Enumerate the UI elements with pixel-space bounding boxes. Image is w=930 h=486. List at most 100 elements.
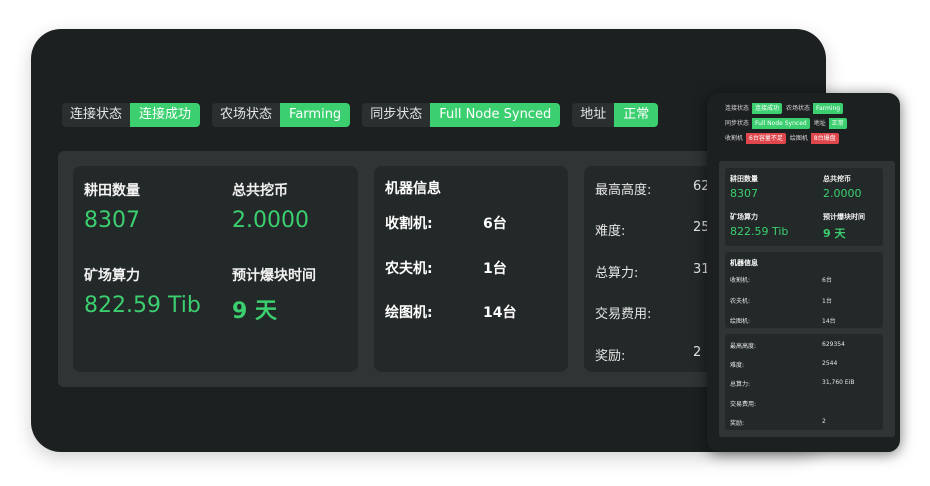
chain-key: 总算力: — [595, 266, 639, 281]
chain-row: 难度: 25 — [595, 220, 710, 239]
alert-badge: 8台爆盘 — [810, 133, 839, 144]
machine-row: 农夫机: 1台 — [385, 258, 507, 278]
mobile-power-stat: 矿场算力 822.59 Tib — [730, 212, 788, 238]
status-key: 地址 — [813, 120, 826, 127]
plots-stat: 耕田数量 8307 — [84, 180, 140, 233]
mobile-farm-status: 农场状态 Farming — [786, 103, 844, 114]
mined-value: 2.0000 — [232, 208, 309, 233]
status-key: 同步状态 — [362, 103, 431, 127]
farm-status: 农场状态 Farming — [212, 103, 351, 127]
power-label: 矿场算力 — [84, 268, 140, 284]
status-bar: 连接状态 连接成功 农场状态 Farming 同步状态 Full Node Sy… — [62, 103, 659, 127]
machine-value: 6台 — [483, 216, 507, 232]
status-key: 绘图机 — [789, 135, 808, 142]
chain-row: 难度: 2544 — [730, 360, 837, 369]
connection-status: 连接状态 连接成功 — [62, 103, 201, 127]
power-value: 822.59 Tib — [84, 293, 201, 318]
chain-row: 最高高度: 629354 — [730, 341, 845, 350]
power-stat: 矿场算力 822.59 Tib — [84, 265, 201, 318]
chain-row: 交易费用: — [730, 399, 822, 408]
plots-value: 8307 — [730, 187, 758, 200]
eta-value: 9 天 — [823, 227, 846, 240]
status-key: 同步状态 — [725, 120, 750, 127]
machine-value: 6台 — [822, 277, 832, 284]
mobile-address-status: 地址 正常 — [814, 118, 847, 129]
alert-badge: 6台容量不足 — [746, 133, 786, 144]
mined-label: 总共挖币 — [823, 175, 851, 183]
eta-value: 9 天 — [232, 299, 277, 324]
mobile-plots-stat: 耕田数量 8307 — [730, 174, 758, 200]
mobile-farm-stats-card: 耕田数量 8307 总共挖币 2.0000 矿场算力 822.59 Tib 预计… — [725, 168, 883, 246]
chain-value: 2 — [693, 345, 702, 360]
status-key: 连接状态 — [725, 105, 750, 112]
chain-row: 总算力: 31 — [595, 262, 710, 281]
eta-label: 预计爆块时间 — [823, 213, 865, 221]
machine-value: 1台 — [483, 261, 507, 277]
mobile-sync-status: 同步状态 Full Node Synced — [725, 118, 810, 129]
status-badge: 连接成功 — [130, 103, 201, 127]
chain-row: 总算力: 31,760 EiB — [730, 379, 854, 388]
machine-key: 农夫机: — [730, 298, 751, 305]
machine-row: 绘图机: 14台 — [385, 302, 516, 322]
chain-value: 629354 — [822, 341, 845, 348]
machine-value: 1台 — [822, 298, 832, 305]
mobile-connection-status: 连接状态 连接成功 — [725, 103, 783, 114]
machine-row: 绘图机: 14台 — [730, 316, 836, 325]
chain-key: 奖励: — [730, 420, 745, 427]
mined-label: 总共挖币 — [232, 183, 288, 199]
status-key: 收割机 — [725, 135, 744, 142]
mobile-machine-info-card: 机器信息 收割机: 6台 农夫机: 1台 绘图机: 14台 — [725, 252, 883, 328]
chain-row: 最高高度: 62 — [595, 179, 710, 198]
machine-key: 绘图机: — [730, 318, 751, 325]
chain-row: 奖励: 2 — [595, 345, 701, 364]
sync-status: 同步状态 Full Node Synced — [362, 103, 561, 127]
machine-key: 农夫机: — [385, 261, 433, 277]
machine-info-title: 机器信息 — [385, 181, 441, 197]
machine-info-card: 机器信息 收割机: 6台 农夫机: 1台 绘图机: 14台 — [374, 166, 568, 372]
mined-stat: 总共挖币 2.0000 — [232, 180, 309, 233]
machine-key: 绘图机: — [385, 305, 433, 321]
status-key: 农场状态 — [786, 105, 811, 112]
status-key: 连接状态 — [62, 103, 131, 127]
chain-value: 2544 — [822, 360, 838, 367]
status-badge: 正常 — [614, 103, 659, 127]
status-badge: Farming — [813, 103, 844, 114]
mobile-harvester-alert: 收割机 6台容量不足 — [725, 133, 786, 144]
address-status: 地址 正常 — [572, 103, 659, 127]
chain-row: 奖励: 2 — [730, 418, 826, 427]
status-badge: 正常 — [828, 118, 847, 129]
status-badge: Full Node Synced — [752, 118, 810, 129]
chain-row: 交易费用: — [595, 303, 693, 322]
mobile-info-panel: 耕田数量 8307 总共挖币 2.0000 矿场算力 822.59 Tib 预计… — [719, 161, 895, 437]
chain-key: 交易费用: — [595, 307, 652, 322]
power-label: 矿场算力 — [730, 213, 758, 221]
eta-stat: 预计爆块时间 9 天 — [232, 265, 316, 325]
chain-key: 奖励: — [595, 349, 626, 364]
chain-value: 31,760 EiB — [822, 379, 855, 386]
machine-row: 农夫机: 1台 — [730, 296, 832, 305]
mined-value: 2.0000 — [823, 187, 862, 200]
status-key: 农场状态 — [212, 103, 281, 127]
chain-key: 难度: — [730, 362, 745, 369]
power-value: 822.59 Tib — [730, 225, 789, 238]
farm-stats-card: 耕田数量 8307 总共挖币 2.0000 矿场算力 822.59 Tib 预计… — [73, 166, 358, 372]
mobile-mined-stat: 总共挖币 2.0000 — [823, 174, 862, 200]
machine-key: 收割机: — [385, 216, 433, 232]
machine-key: 收割机: — [730, 277, 751, 284]
chain-key: 难度: — [595, 224, 626, 239]
mobile-eta-stat: 预计爆块时间 9 天 — [823, 212, 865, 241]
chain-key: 总算力: — [730, 381, 751, 388]
plots-value: 8307 — [84, 208, 140, 233]
mobile-chain-info-card: 最高高度: 629354 难度: 2544 总算力: 31,760 EiB 交易… — [725, 334, 883, 430]
chain-key: 最高高度: — [730, 343, 757, 350]
eta-label: 预计爆块时间 — [232, 268, 316, 284]
machine-info-title: 机器信息 — [730, 259, 758, 267]
mobile-status-bar: 连接状态 连接成功 农场状态 Farming 同步状态 Full Node Sy… — [725, 103, 895, 148]
machine-row: 收割机: 6台 — [730, 275, 832, 284]
mobile-plotter-alert: 绘图机 8台爆盘 — [790, 133, 839, 144]
chain-key: 最高高度: — [595, 183, 652, 198]
machine-value: 14台 — [483, 305, 517, 321]
chain-value: 2 — [822, 418, 826, 425]
plots-label: 耕田数量 — [84, 183, 140, 199]
status-badge: Full Node Synced — [430, 103, 561, 127]
